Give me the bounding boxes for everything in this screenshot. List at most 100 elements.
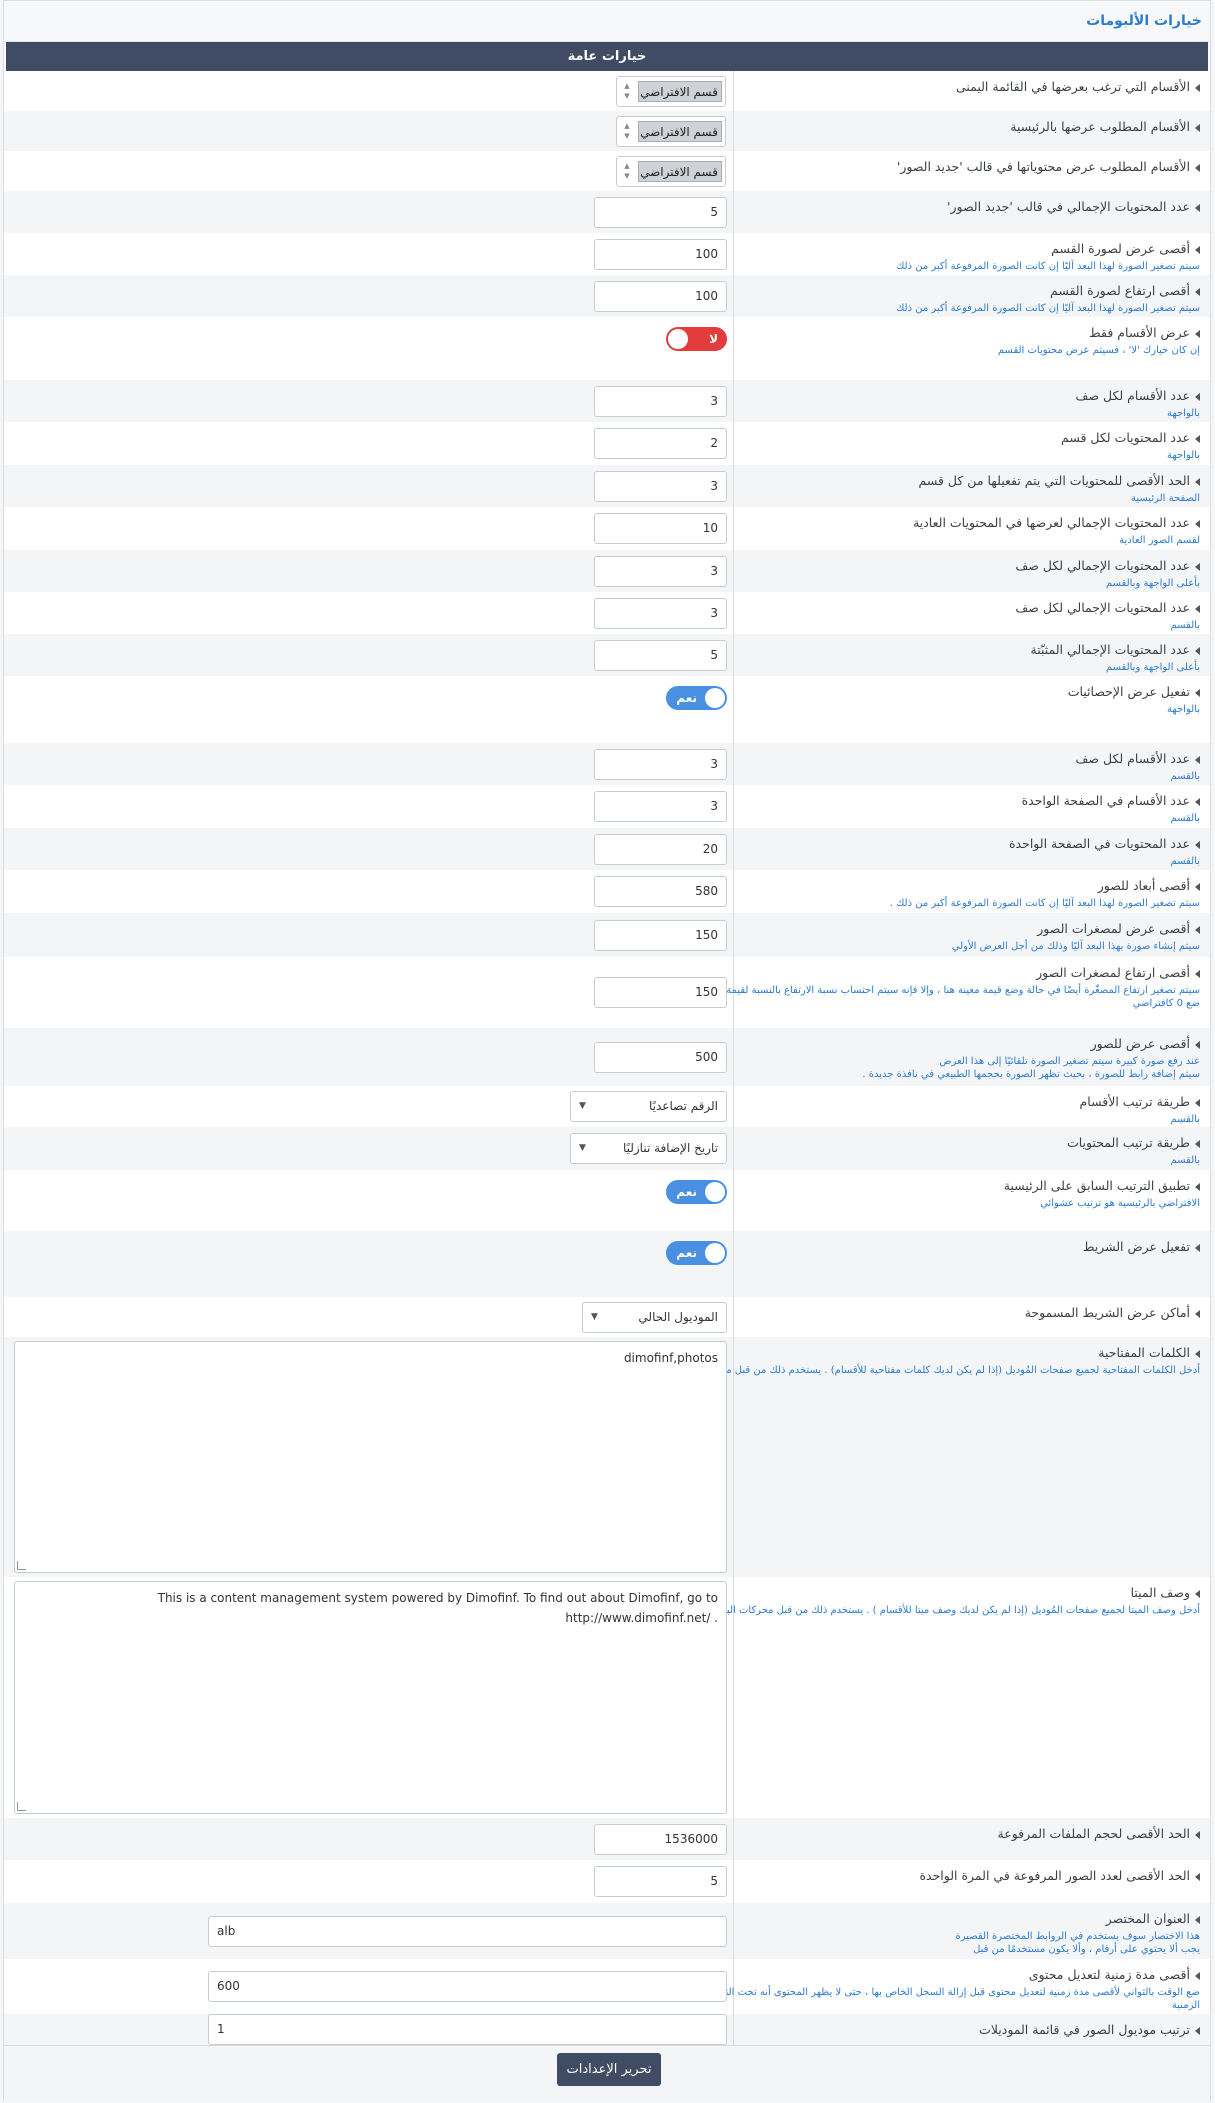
setting-input[interactable]: 20: [594, 833, 727, 865]
spinner-arrows-icon[interactable]: ▲ ▼: [620, 161, 634, 182]
setting-label-block: تطبيق الترتيب السابق على الرئيسية الافترا…: [486, 1178, 1200, 1210]
setting-input[interactable]: 150: [594, 977, 727, 1008]
caret-left-icon: [1195, 969, 1200, 978]
dropdown-value: تاريخ الإضافة تنازليًا: [622, 1141, 718, 1155]
setting-row: عدد المحتويات في الصفحة الواحدة بالقسم 20: [4, 828, 1210, 871]
toggle-switch[interactable]: لا: [666, 327, 727, 351]
section-multiselect[interactable]: قسم الافتراضي ▲ ▼: [616, 115, 726, 147]
setting-row: عدد الأقسام لكل صف بالقسم 3: [4, 743, 1210, 786]
setting-input[interactable]: 100: [594, 238, 727, 270]
setting-row: أقصى عرض لمصغرات الصور سيتم إنشاء صورة به…: [4, 913, 1210, 958]
setting-textarea[interactable]: dimofinf,photos: [14, 1341, 727, 1573]
caret-left-icon: [1195, 1139, 1200, 1148]
spinner-arrows-icon[interactable]: ▲ ▼: [620, 121, 634, 142]
setting-input[interactable]: 2: [594, 428, 727, 459]
setting-label: عدد المحتويات الإجمالي المثبّتة: [1030, 642, 1191, 657]
setting-dropdown[interactable]: الرقم تصاعديًا ▼: [570, 1091, 727, 1122]
setting-row: العنوان المختصر هذا الاختصار سوف يستخدم ف…: [4, 1903, 1210, 1960]
setting-label: وصف الميتا: [1130, 1585, 1190, 1600]
textarea-content: This is a content management system powe…: [157, 1591, 718, 1625]
resize-grip-icon[interactable]: [17, 1561, 26, 1570]
setting-label: تطبيق الترتيب السابق على الرئيسية: [1003, 1178, 1190, 1193]
caret-left-icon: [1195, 562, 1200, 571]
setting-row: عدد المحتويات الإجمالي لكل صف بالقسم 3: [4, 592, 1210, 635]
setting-label: عدد المحتويات الإجمالي لكل صف: [1015, 600, 1190, 615]
setting-row: الحد الأقصى لحجم الملفات المرفوعة 1536000: [4, 1818, 1210, 1861]
caret-left-icon: [1195, 477, 1200, 486]
setting-label: أقصى عرض لصورة القسم: [1051, 241, 1190, 256]
spinner-arrows-icon[interactable]: ▲ ▼: [620, 81, 634, 102]
setting-input[interactable]: 5: [594, 1866, 727, 1897]
setting-input-wide[interactable]: 1: [208, 2014, 727, 2045]
setting-label: أقصى ارتفاع لصورة القسم: [1050, 283, 1190, 298]
setting-row: الأقسام التي ترغب بعرضها في القائمة اليم…: [4, 71, 1210, 112]
setting-input[interactable]: 3: [594, 385, 727, 417]
setting-label: تفعيل عرض الشريط: [1082, 1239, 1190, 1254]
setting-label: عدد الأقسام في الصفحة الواحدة: [1021, 793, 1190, 808]
setting-input[interactable]: 500: [594, 1041, 727, 1073]
resize-grip-icon[interactable]: [17, 1802, 26, 1811]
setting-row: أقصى أبعاد للصور سيتم تصغير الصورة لهذا ا…: [4, 870, 1210, 914]
setting-row: أقصى ارتفاع لصورة القسم سيتم تصغير الصورة…: [4, 275, 1210, 318]
setting-row: عدد المحتويات الإجمالي في قالب 'جديد الص…: [4, 191, 1210, 234]
setting-input[interactable]: 3: [594, 470, 727, 502]
setting-label: الحد الأقصى لعدد الصور المرفوعة في المرة…: [919, 1868, 1190, 1883]
chevron-down-icon: ▼: [579, 1101, 586, 1111]
toggle-label: نعم: [676, 1185, 697, 1199]
setting-label-block: الأقسام المطلوب عرض محتوياتها في قالب 'ج…: [486, 159, 1200, 175]
setting-input[interactable]: 5: [594, 196, 727, 228]
setting-label: أقصى عرض للصور: [1090, 1036, 1190, 1051]
caret-left-icon: [1195, 1098, 1200, 1107]
toggle-switch[interactable]: نعم: [666, 1180, 727, 1204]
setting-label: الأقسام المطلوب عرضها بالرئيسية: [1010, 119, 1190, 134]
setting-label-block: عرض الأقسام فقط إن كان خيارك 'لا' ، فسيتم…: [486, 325, 1200, 357]
caret-left-icon: [1195, 755, 1200, 764]
setting-input[interactable]: 150: [594, 919, 727, 951]
setting-input[interactable]: 5: [594, 639, 727, 671]
setting-label-block: الأقسام التي ترغب بعرضها في القائمة اليم…: [486, 79, 1200, 95]
setting-input-wide[interactable]: alb: [208, 1915, 727, 1947]
setting-row: عدد المحتويات الإجمالي المثبّتة بأعلى الو…: [4, 634, 1210, 677]
toggle-label: لا: [709, 332, 718, 346]
setting-input[interactable]: 100: [594, 280, 727, 312]
setting-row: طريقة ترتيب المحتويات بالقسم تاريخ الإضافة…: [4, 1127, 1210, 1171]
setting-label: طريقة ترتيب الأقسام: [1079, 1094, 1190, 1109]
setting-row: تفعيل عرض الشريط نعم: [4, 1231, 1210, 1298]
setting-row: وصف الميتا أدخل وصف الميتا لجميع صفحات ال…: [4, 1577, 1210, 1819]
setting-input[interactable]: 10: [594, 513, 727, 544]
setting-input[interactable]: 580: [594, 876, 727, 907]
setting-label-block: تفعيل عرض الشريط: [486, 1239, 1200, 1255]
dropdown-value: الموديول الحالي: [638, 1309, 718, 1324]
setting-label: عدد المحتويات الإجمالي لكل صف: [1015, 558, 1190, 573]
setting-label: الأقسام المطلوب عرض محتوياتها في قالب 'ج…: [896, 159, 1190, 174]
caret-left-icon: [1195, 329, 1200, 338]
setting-input[interactable]: 3: [594, 597, 727, 629]
setting-row: عدد المحتويات لكل قسم بالواجهة 2: [4, 422, 1210, 466]
caret-left-icon: [1195, 1830, 1200, 1839]
setting-row: ترتيب موديول الصور في قائمة الموديلات 1: [4, 2014, 1210, 2046]
caret-left-icon: [1195, 245, 1200, 254]
setting-textarea[interactable]: This is a content management system powe…: [14, 1581, 727, 1814]
submit-settings-button[interactable]: تحرير الإعدادات: [557, 2053, 661, 2086]
setting-dropdown[interactable]: تاريخ الإضافة تنازليًا ▼: [570, 1133, 727, 1164]
setting-dropdown[interactable]: الموديول الحالي ▼: [582, 1301, 727, 1333]
setting-label: أقصى أبعاد للصور: [1097, 878, 1190, 893]
setting-row: عدد المحتويات الإجمالي لكل صف بأعلى الواج…: [4, 550, 1210, 593]
setting-input[interactable]: 1536000: [594, 1823, 727, 1855]
setting-label: عدد المحتويات لكل قسم: [1061, 430, 1190, 445]
setting-input-wide[interactable]: 600: [208, 1971, 727, 2002]
setting-row: عرض الأقسام فقط إن كان خيارك 'لا' ، فسيتم…: [4, 317, 1210, 381]
setting-input[interactable]: 3: [594, 791, 727, 822]
selected-option: قسم الافتراضي: [638, 120, 722, 142]
caret-left-icon: [1195, 2026, 1200, 2035]
toggle-switch[interactable]: نعم: [666, 686, 727, 710]
setting-input[interactable]: 3: [594, 748, 727, 780]
setting-row: أقصى عرض للصور عند رفع صورة كبيرة سيتم تص…: [4, 1028, 1210, 1087]
setting-label: عدد الأقسام لكل صف: [1075, 388, 1190, 403]
toggle-switch[interactable]: نعم: [666, 1241, 727, 1265]
setting-input[interactable]: 3: [594, 555, 727, 587]
section-multiselect[interactable]: قسم الافتراضي ▲ ▼: [616, 155, 726, 187]
section-multiselect[interactable]: قسم الافتراضي ▲ ▼: [616, 75, 726, 107]
setting-label: عدد الأقسام لكل صف: [1075, 751, 1190, 766]
caret-left-icon: [1195, 604, 1200, 613]
